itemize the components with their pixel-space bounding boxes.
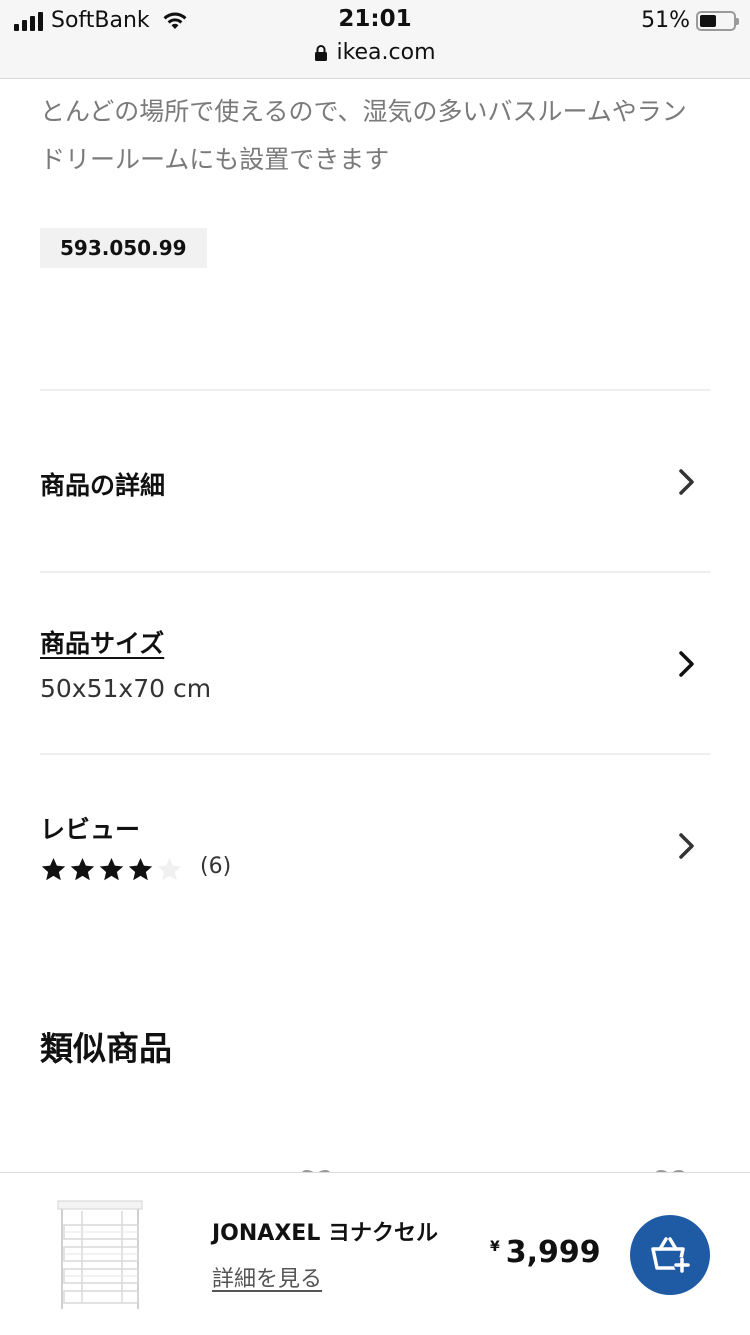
divider	[40, 571, 710, 573]
star-icon-empty	[157, 858, 182, 881]
details-title: 商品の詳細	[40, 471, 166, 500]
add-to-cart-button[interactable]	[630, 1215, 710, 1295]
sticky-add-to-cart-bar: JONAXEL ヨナクセル 詳細を見る ¥ 3,999	[0, 1172, 750, 1335]
product-price: ¥ 3,999	[490, 1235, 601, 1270]
article-number-badge: 593.050.99	[40, 228, 207, 268]
similar-products-title: 類似商品	[40, 1029, 172, 1068]
product-name[interactable]: JONAXEL ヨナクセル	[212, 1215, 438, 1247]
chevron-right-icon	[679, 651, 694, 677]
view-details-link[interactable]: 詳細を見る	[212, 1261, 322, 1293]
battery-icon	[696, 10, 739, 31]
star-icon-filled	[128, 858, 153, 881]
star-icon-filled	[70, 858, 95, 881]
battery-fill	[700, 14, 716, 27]
star-rating	[40, 856, 183, 883]
review-count: (6)	[200, 854, 232, 879]
status-bar: SoftBank 21:01 51% ikea.com	[0, 0, 750, 79]
status-right: 51%	[641, 8, 739, 33]
url-text: ikea.com	[336, 40, 436, 65]
star-icon-filled	[99, 858, 124, 881]
star-icon-filled	[41, 858, 66, 881]
address-bar[interactable]: ikea.com	[0, 40, 750, 65]
product-description: とんどの場所で使えるので、湿気の多いバスルームやランドリールームにも設置できます	[40, 97, 687, 174]
divider	[40, 389, 710, 391]
clock: 21:01	[338, 6, 412, 32]
lock-icon	[315, 44, 328, 61]
divider	[40, 753, 710, 755]
price-currency: ¥	[490, 1239, 500, 1255]
chevron-right-icon	[679, 833, 694, 859]
reviews-title: レビュー	[40, 815, 141, 844]
size-value: 50x51x70 cm	[40, 674, 212, 703]
chevron-right-icon	[679, 469, 694, 495]
price-value: 3,999	[505, 1235, 601, 1270]
cart-add-icon	[651, 1237, 690, 1273]
size-title[interactable]: 商品サイズ	[40, 624, 164, 660]
battery-percent: 51%	[641, 8, 690, 33]
product-thumbnail[interactable]	[52, 1197, 148, 1313]
